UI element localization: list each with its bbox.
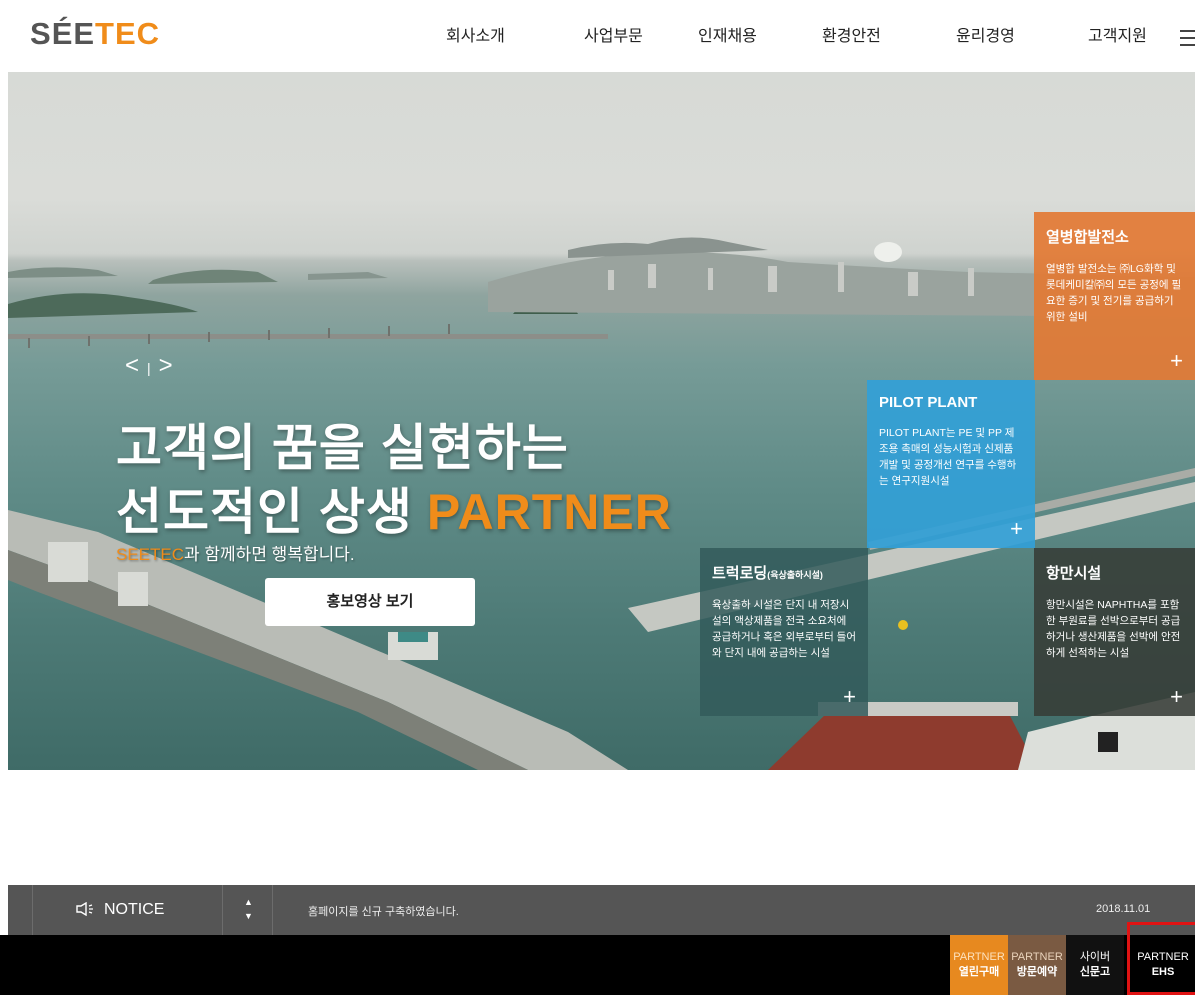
hero-headline-2-text: 선도적인 상생 bbox=[116, 484, 413, 540]
megaphone-icon bbox=[76, 901, 94, 919]
hero-headline-1: 고객의 꿈을 실현하는 bbox=[116, 420, 569, 476]
cyber-petition-button[interactable]: 사이버 신문고 bbox=[1066, 935, 1124, 995]
page: SÉETEC 회사소개 사업부문 인재채용 환경안전 윤리경영 고객지원 < |… bbox=[0, 0, 1195, 995]
main-nav: 회사소개 사업부문 인재채용 환경안전 윤리경영 고객지원 bbox=[0, 22, 1195, 48]
hero-subtitle: SEETEC과 함께하면 행복합니다. bbox=[116, 540, 355, 565]
promo-video-button[interactable]: 홍보영상 보기 bbox=[265, 578, 475, 626]
nav-company[interactable]: 회사소개 bbox=[446, 22, 505, 46]
truck-loading-desc: 육상출하 시설은 단지 내 저장시설의 액상제품을 전국 소요처에 공급하거나 … bbox=[712, 599, 856, 659]
notice-divider bbox=[222, 885, 223, 935]
truck-loading-title-sub: (육상출하시설) bbox=[767, 570, 823, 580]
site-header: SÉETEC 회사소개 사업부문 인재채용 환경안전 윤리경영 고객지원 bbox=[0, 0, 1195, 72]
nav-recruit[interactable]: 인재채용 bbox=[698, 22, 757, 46]
truck-loading-title: 트럭로딩(육상출하시설) bbox=[712, 562, 856, 583]
truck-loading-card[interactable]: 트럭로딩(육상출하시설) 육상출하 시설은 단지 내 저장시설의 액상제품을 전… bbox=[700, 548, 868, 716]
partner-visit-l1: PARTNER bbox=[1011, 951, 1063, 963]
notice-label: NOTICE bbox=[104, 901, 165, 918]
hero-banner: < | > 고객의 꿈을 실현하는 선도적인 상생 PARTNER SEETEC과 함… bbox=[8, 72, 1195, 770]
notice-bar: NOTICE ▲ ▼ 홈페이지를 신규 구축하였습니다. 2018.11.01 bbox=[8, 885, 1195, 935]
nav-support[interactable]: 고객지원 bbox=[1088, 22, 1147, 46]
port-facility-title: 항만시설 bbox=[1046, 565, 1102, 582]
plus-icon[interactable]: + bbox=[1170, 684, 1183, 710]
cogen-plant-card[interactable]: 열병합발전소 열병합 발전소는 ㈜LG화학 및 롯데케미칼㈜의 모든 공정에 필… bbox=[1034, 212, 1195, 380]
plus-icon[interactable]: + bbox=[1170, 348, 1183, 374]
truck-loading-title-main: 트럭로딩 bbox=[712, 565, 768, 582]
notice-date: 2018.11.01 bbox=[1096, 903, 1151, 915]
cogen-plant-desc: 열병합 발전소는 ㈜LG화학 및 롯데케미칼㈜의 모든 공정에 필요한 증기 및… bbox=[1046, 263, 1182, 323]
notice-text[interactable]: 홈페이지를 신규 구축하였습니다. bbox=[308, 903, 459, 919]
partner-open-purchase-l2: 열린구매 bbox=[958, 966, 1000, 978]
hero-headline-2: 선도적인 상생 PARTNER bbox=[116, 472, 672, 544]
partner-open-purchase-button[interactable]: PARTNER 열린구매 bbox=[950, 935, 1008, 995]
cyber-petition-l1: 사이버 bbox=[1079, 951, 1111, 963]
pilot-plant-desc: PILOT PLANT는 PE 및 PP 제조용 촉매의 성능시험과 신제품 개… bbox=[879, 427, 1017, 487]
plus-icon[interactable]: + bbox=[1010, 516, 1023, 542]
notice-divider bbox=[32, 885, 33, 935]
partner-visit-reservation-button[interactable]: PARTNER 방문예약 bbox=[1008, 935, 1066, 995]
pilot-plant-title: PILOT PLANT bbox=[879, 394, 978, 411]
nav-ethics[interactable]: 윤리경영 bbox=[956, 22, 1015, 46]
hero-headline-accent: PARTNER bbox=[426, 484, 672, 540]
port-facility-card[interactable]: 항만시설 항만시설은 NAPHTHA를 포함한 부원료를 선박으로부터 공급하거… bbox=[1034, 548, 1195, 716]
pilot-plant-card[interactable]: PILOT PLANT PILOT PLANT는 PE 및 PP 제조용 촉매의… bbox=[867, 380, 1035, 548]
slide-separator: | bbox=[147, 360, 151, 376]
notice-down-icon[interactable]: ▼ bbox=[244, 909, 253, 923]
notice-divider bbox=[272, 885, 273, 935]
cyber-petition-l2: 신문고 bbox=[1079, 966, 1111, 978]
quick-links-bar: PARTNER 열린구매 PARTNER 방문예약 사이버 신문고 PARTNE… bbox=[0, 935, 1195, 995]
highlight-box bbox=[1127, 922, 1195, 995]
nav-safety[interactable]: 환경안전 bbox=[822, 22, 881, 46]
partner-visit-l2: 방문예약 bbox=[1016, 966, 1058, 978]
next-slide-icon[interactable]: > bbox=[159, 352, 173, 379]
nav-business[interactable]: 사업부문 bbox=[584, 22, 643, 46]
hero-subtitle-text: 과 함께하면 행복합니다. bbox=[184, 545, 355, 564]
notice-nav: ▲ ▼ bbox=[244, 895, 253, 923]
port-facility-desc: 항만시설은 NAPHTHA를 포함한 부원료를 선박으로부터 공급하거나 생산제… bbox=[1046, 599, 1181, 659]
cogen-plant-title: 열병합발전소 bbox=[1046, 229, 1129, 246]
slide-arrows: < | > bbox=[125, 352, 181, 380]
hamburger-menu-icon[interactable] bbox=[1180, 30, 1195, 51]
prev-slide-icon[interactable]: < bbox=[125, 352, 139, 379]
partner-open-purchase-l1: PARTNER bbox=[953, 951, 1005, 963]
plus-icon[interactable]: + bbox=[843, 684, 856, 710]
hero-subtitle-brand: SEETEC bbox=[116, 545, 185, 564]
notice-up-icon[interactable]: ▲ bbox=[244, 895, 253, 909]
